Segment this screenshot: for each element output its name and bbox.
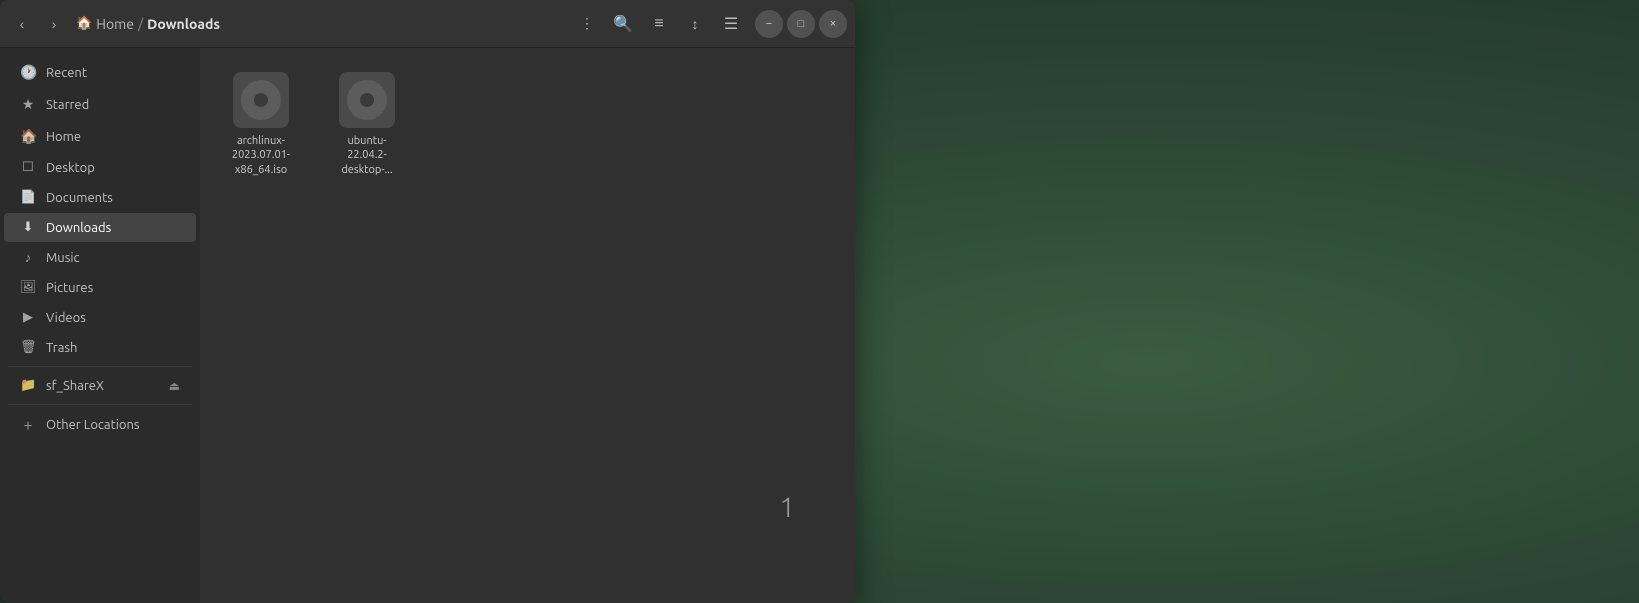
music-icon: ♪ [20,250,36,265]
sidebar-label-sf-sharex: sf_ShareX [46,379,159,393]
sidebar-label-other-locations: Other Locations [46,418,180,432]
sidebar-label-documents: Documents [46,191,180,205]
sidebar-label-desktop: Desktop [46,161,180,175]
archlinux-file-name: archlinux-2023.07.01-x86_64.iso [224,134,298,177]
file-manager-window: ‹ › 🏠 Home / Downloads ⋮ 🔍 ≡ ↕ ☰ − □ × [0,0,855,603]
sidebar-label-home: Home [46,130,180,144]
other-locations-icon: + [20,416,36,434]
ubuntu-file-icon [339,72,395,128]
sidebar-label-music: Music [46,251,180,265]
downloads-icon: ⬇ [20,220,36,235]
ubuntu-file-name: ubuntu-22.04.2-desktop-... [330,134,404,177]
home-sidebar-icon: 🏠 [20,128,36,145]
eject-icon[interactable]: ⏏ [169,379,180,393]
sidebar-label-starred: Starred [46,98,180,112]
file-item-archlinux[interactable]: archlinux-2023.07.01-x86_64.iso [216,64,306,185]
disk-center [254,93,268,107]
forward-button[interactable]: › [40,10,68,38]
sidebar-item-pictures[interactable]: 🖼 Pictures [4,273,196,302]
sidebar-item-music[interactable]: ♪ Music [4,243,196,272]
archlinux-file-icon [233,72,289,128]
titlebar: ‹ › 🏠 Home / Downloads ⋮ 🔍 ≡ ↕ ☰ − □ × [0,0,855,48]
breadcrumb-current: Downloads [147,16,220,32]
disk-center-ubuntu [360,93,374,107]
breadcrumb-home[interactable]: 🏠 Home [76,16,134,32]
maximize-button[interactable]: □ [787,10,815,38]
disk-inner [241,80,281,120]
documents-icon: 📄 [20,190,36,205]
sidebar-item-recent[interactable]: 🕐 Recent [4,57,196,88]
recent-icon: 🕐 [20,64,36,81]
disk-inner-ubuntu [347,80,387,120]
sidebar-label-pictures: Pictures [46,281,180,295]
home-icon: 🏠 [76,16,92,31]
sf-sharex-icon: 📁 [20,378,36,393]
breadcrumb-home-label[interactable]: Home [96,16,134,32]
grid-view-button[interactable]: ☰ [715,8,747,40]
more-options-button[interactable]: ⋮ [571,8,603,40]
sidebar-label-recent: Recent [46,66,180,80]
sort-button[interactable]: ↕ [679,8,711,40]
breadcrumb: 🏠 Home / Downloads [76,16,571,32]
sidebar-label-trash: Trash [46,341,180,355]
pictures-icon: 🖼 [20,280,36,295]
content-area: 🕐 Recent ★ Starred 🏠 Home ☐ Desktop 📄 Do… [0,48,855,603]
number-overlay: 1 [779,492,795,523]
file-item-ubuntu[interactable]: ubuntu-22.04.2-desktop-... [322,64,412,185]
search-button[interactable]: 🔍 [607,8,639,40]
sidebar-item-downloads[interactable]: ⬇ Downloads [4,213,196,242]
videos-icon: ▶ [20,310,36,325]
breadcrumb-separator: / [138,16,143,32]
sidebar-item-starred[interactable]: ★ Starred [4,89,196,120]
starred-icon: ★ [20,96,36,113]
sidebar-item-documents[interactable]: 📄 Documents [4,183,196,212]
list-view-button[interactable]: ≡ [643,8,675,40]
file-view[interactable]: archlinux-2023.07.01-x86_64.iso ubuntu-2… [200,48,855,603]
sidebar-item-other-locations[interactable]: + Other Locations [4,409,196,441]
sidebar-item-trash[interactable]: 🗑 Trash [4,333,196,362]
sidebar-divider [8,366,192,367]
desktop-icon: ☐ [20,160,36,175]
sidebar-item-home[interactable]: 🏠 Home [4,121,196,152]
nav-buttons: ‹ › [8,10,68,38]
sidebar-divider-2 [8,404,192,405]
close-button[interactable]: × [819,10,847,38]
back-button[interactable]: ‹ [8,10,36,38]
window-controls: − □ × [755,10,847,38]
sidebar-item-desktop[interactable]: ☐ Desktop [4,153,196,182]
minimize-button[interactable]: − [755,10,783,38]
sidebar-label-downloads: Downloads [46,221,180,235]
trash-icon: 🗑 [20,340,36,355]
sidebar-label-videos: Videos [46,311,180,325]
sidebar-item-sf-sharex[interactable]: 📁 sf_ShareX ⏏ [4,371,196,400]
titlebar-actions: ⋮ 🔍 ≡ ↕ ☰ [571,8,747,40]
sidebar-item-videos[interactable]: ▶ Videos [4,303,196,332]
sidebar: 🕐 Recent ★ Starred 🏠 Home ☐ Desktop 📄 Do… [0,48,200,603]
